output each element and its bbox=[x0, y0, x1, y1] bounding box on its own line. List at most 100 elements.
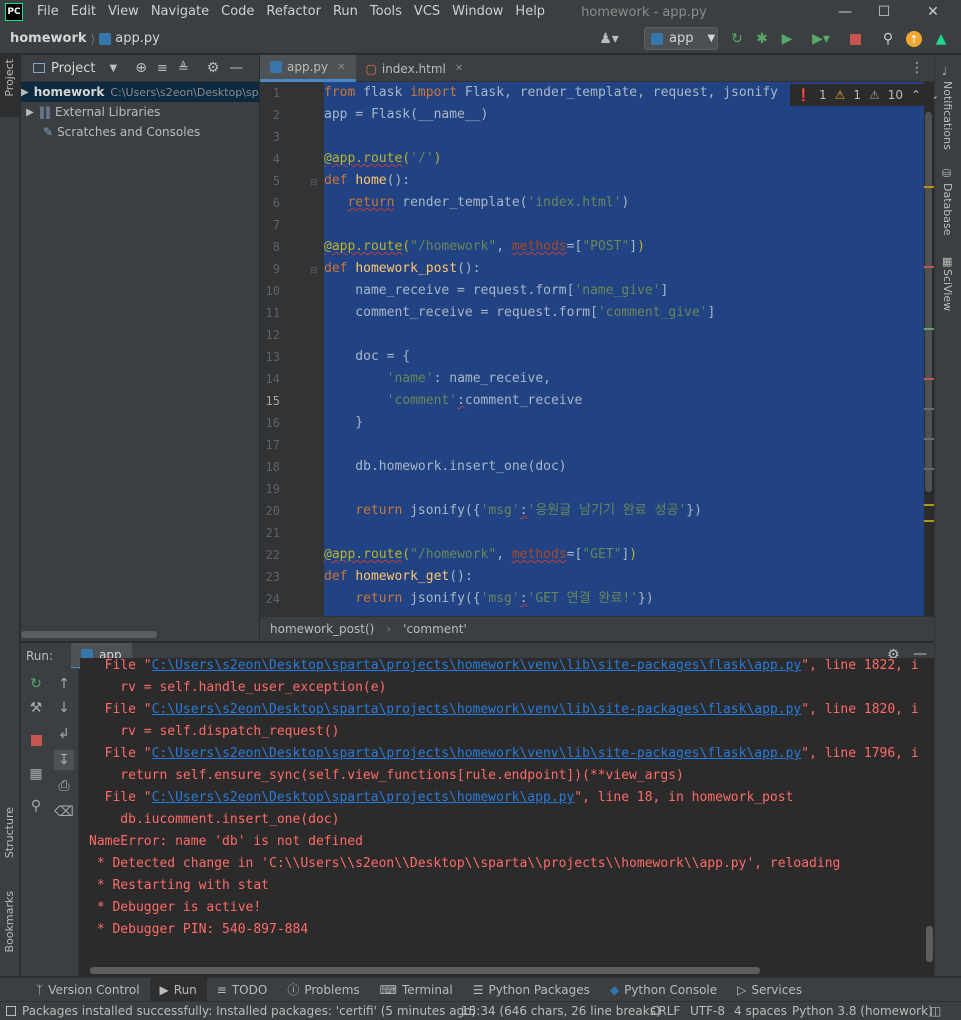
tree-item-external-libraries[interactable]: ▶ ‖‖ External Libraries bbox=[21, 102, 259, 122]
editor-scrollbar[interactable] bbox=[924, 82, 934, 616]
print-icon[interactable]: ⎙ bbox=[54, 776, 74, 796]
breadcrumb-key[interactable]: 'comment' bbox=[403, 622, 467, 636]
tab-version-control[interactable]: ᛉ Version Control bbox=[26, 978, 150, 1002]
line-separator[interactable]: CRLF bbox=[650, 1004, 680, 1018]
chevron-right-icon[interactable]: ▶ bbox=[21, 87, 29, 98]
menu-refactor[interactable]: Refactor bbox=[260, 0, 327, 24]
database-tool-label[interactable]: Database bbox=[941, 183, 954, 236]
arrow-down-icon[interactable]: ↓ bbox=[54, 698, 74, 718]
file-link[interactable]: C:\Users\s2eon\Desktop\sparta\projects\h… bbox=[152, 702, 802, 717]
error-marker[interactable] bbox=[924, 378, 934, 380]
tab-python-console[interactable]: ◆ Python Console bbox=[600, 978, 727, 1002]
debug-icon[interactable]: ✱ bbox=[753, 30, 771, 48]
tab-services[interactable]: ▷ Services bbox=[727, 978, 812, 1002]
close-tab-icon[interactable]: ✕ bbox=[337, 62, 345, 73]
stop-icon[interactable] bbox=[846, 30, 864, 48]
change-marker[interactable] bbox=[924, 328, 934, 330]
tab-problems[interactable]: ⓘ Problems bbox=[277, 978, 369, 1002]
tree-item-homework[interactable]: ▶ homework C:\Users\s2eon\Desktop\sparta… bbox=[21, 82, 259, 102]
user-icon[interactable]: ♟▾ bbox=[599, 30, 619, 48]
menu-help[interactable]: Help bbox=[509, 0, 551, 24]
expand-all-icon[interactable]: ≡ bbox=[157, 61, 168, 76]
chevron-down-icon[interactable]: ▼ bbox=[109, 63, 117, 74]
scroll-thumb[interactable] bbox=[925, 112, 932, 492]
pin-icon[interactable]: ⚲ bbox=[26, 796, 46, 816]
file-link[interactable]: C:\Users\s2eon\Desktop\sparta\projects\h… bbox=[152, 658, 802, 673]
vertical-scrollbar[interactable] bbox=[926, 926, 933, 962]
tab-index-html[interactable]: ▢ index.html ✕ bbox=[356, 55, 474, 82]
horizontal-scrollbar[interactable] bbox=[90, 967, 760, 974]
status-message[interactable]: Packages installed successfully: Install… bbox=[22, 1004, 476, 1018]
wrench-icon[interactable]: ⚒ bbox=[26, 698, 46, 718]
menu-view[interactable]: View bbox=[102, 0, 145, 24]
warning-marker[interactable] bbox=[924, 504, 934, 506]
tab-run[interactable]: ▶ Run bbox=[149, 977, 207, 1002]
notifications-tool-label[interactable]: Notifications bbox=[941, 81, 954, 150]
bookmarks-tool-label[interactable]: Bookmarks bbox=[3, 891, 16, 952]
breadcrumb-function[interactable]: homework_post() bbox=[270, 622, 374, 636]
tab-terminal[interactable]: ⌨ Terminal bbox=[370, 978, 463, 1002]
fold-icon[interactable]: ⊟ bbox=[310, 266, 318, 276]
arrow-up-icon[interactable]: ↑ bbox=[54, 674, 74, 694]
weak-warning-marker[interactable] bbox=[924, 468, 934, 470]
code-editor[interactable]: from flask import Flask, render_template… bbox=[324, 82, 924, 616]
menu-run[interactable]: Run bbox=[327, 0, 364, 24]
warning-marker[interactable] bbox=[924, 186, 934, 188]
menu-tools[interactable]: Tools bbox=[364, 0, 408, 24]
maximize-icon[interactable]: ☐ bbox=[861, 0, 907, 24]
file-link[interactable]: C:\Users\s2eon\Desktop\sparta\projects\h… bbox=[152, 746, 802, 761]
menu-edit[interactable]: Edit bbox=[65, 0, 102, 24]
rerun-icon[interactable]: ↻ bbox=[728, 30, 746, 48]
hide-panel-icon[interactable]: — bbox=[229, 60, 243, 76]
profile-icon[interactable]: ▶▾ bbox=[806, 30, 836, 48]
stop-icon[interactable] bbox=[26, 730, 46, 750]
menu-code[interactable]: Code bbox=[215, 0, 260, 24]
inspection-widget[interactable]: ❗ 1 ⚠ 1 ⚠ 10 ⌃ ⌄ bbox=[790, 84, 939, 106]
chevron-right-icon[interactable]: ▶ bbox=[21, 107, 39, 118]
weak-warning-marker[interactable] bbox=[924, 408, 934, 410]
update-icon[interactable]: ↑ bbox=[905, 30, 923, 48]
breadcrumb-project[interactable]: homework bbox=[0, 31, 87, 46]
caret-position[interactable]: 15:34 (646 chars, 26 line breaks) bbox=[461, 1004, 661, 1018]
close-icon[interactable]: ✕ bbox=[910, 0, 956, 24]
indent-setting[interactable]: 4 spaces bbox=[734, 1004, 787, 1018]
tree-item-scratches[interactable]: ✎ Scratches and Consoles bbox=[21, 122, 259, 142]
tab-todo[interactable]: ≡ TODO bbox=[207, 978, 278, 1002]
python-interpreter[interactable]: Python 3.8 (homework) bbox=[792, 1004, 933, 1018]
project-panel-title[interactable]: Project bbox=[51, 61, 95, 76]
close-tab-icon[interactable]: ✕ bbox=[455, 63, 463, 74]
error-marker[interactable] bbox=[924, 266, 934, 268]
soft-wrap-icon[interactable]: ↲ bbox=[54, 724, 74, 744]
gear-icon[interactable]: ⚙ bbox=[207, 60, 220, 76]
structure-tool-label[interactable]: Structure bbox=[3, 807, 16, 858]
menu-file[interactable]: File bbox=[31, 0, 65, 24]
horizontal-scrollbar[interactable] bbox=[21, 631, 157, 638]
more-tabs-icon[interactable]: ⋮ bbox=[910, 60, 924, 76]
coverage-icon[interactable]: ▶ bbox=[778, 30, 796, 48]
file-link[interactable]: C:\Users\s2eon\Desktop\sparta\projects\h… bbox=[152, 790, 575, 805]
trash-icon[interactable]: ⌫ bbox=[54, 802, 74, 822]
tab-app-py[interactable]: app.py ✕ bbox=[260, 55, 356, 82]
toggle-tool-windows-icon[interactable] bbox=[6, 1006, 16, 1016]
fold-icon[interactable]: ⊟ bbox=[310, 178, 318, 188]
project-tool-button[interactable]: Project bbox=[0, 55, 20, 117]
breadcrumb-file[interactable]: app.py bbox=[115, 31, 160, 46]
locate-icon[interactable]: ⊕ bbox=[135, 60, 147, 76]
layout-icon[interactable]: ▦ bbox=[26, 764, 46, 784]
run-config-selector[interactable]: app ▼ bbox=[644, 27, 718, 50]
menu-navigate[interactable]: Navigate bbox=[145, 0, 215, 24]
chevron-up-icon[interactable]: ⌃ bbox=[911, 88, 921, 102]
lock-icon[interactable]: ◫ bbox=[930, 1004, 941, 1018]
menu-window[interactable]: Window bbox=[446, 0, 509, 24]
collapse-all-icon[interactable]: ≜ bbox=[178, 61, 189, 76]
sciview-tool-label[interactable]: SciView bbox=[941, 269, 954, 311]
rerun-icon[interactable]: ↻ bbox=[26, 674, 46, 694]
weak-warning-marker[interactable] bbox=[924, 438, 934, 440]
toolbox-icon[interactable]: ▲ bbox=[932, 30, 950, 48]
search-icon[interactable]: ⚲ bbox=[879, 30, 897, 48]
scroll-to-end-icon[interactable]: ↧ bbox=[54, 750, 74, 770]
menu-vcs[interactable]: VCS bbox=[408, 0, 446, 24]
tab-python-packages[interactable]: ☰ Python Packages bbox=[463, 978, 600, 1002]
warning-marker[interactable] bbox=[924, 520, 934, 522]
file-encoding[interactable]: UTF-8 bbox=[690, 1004, 725, 1018]
